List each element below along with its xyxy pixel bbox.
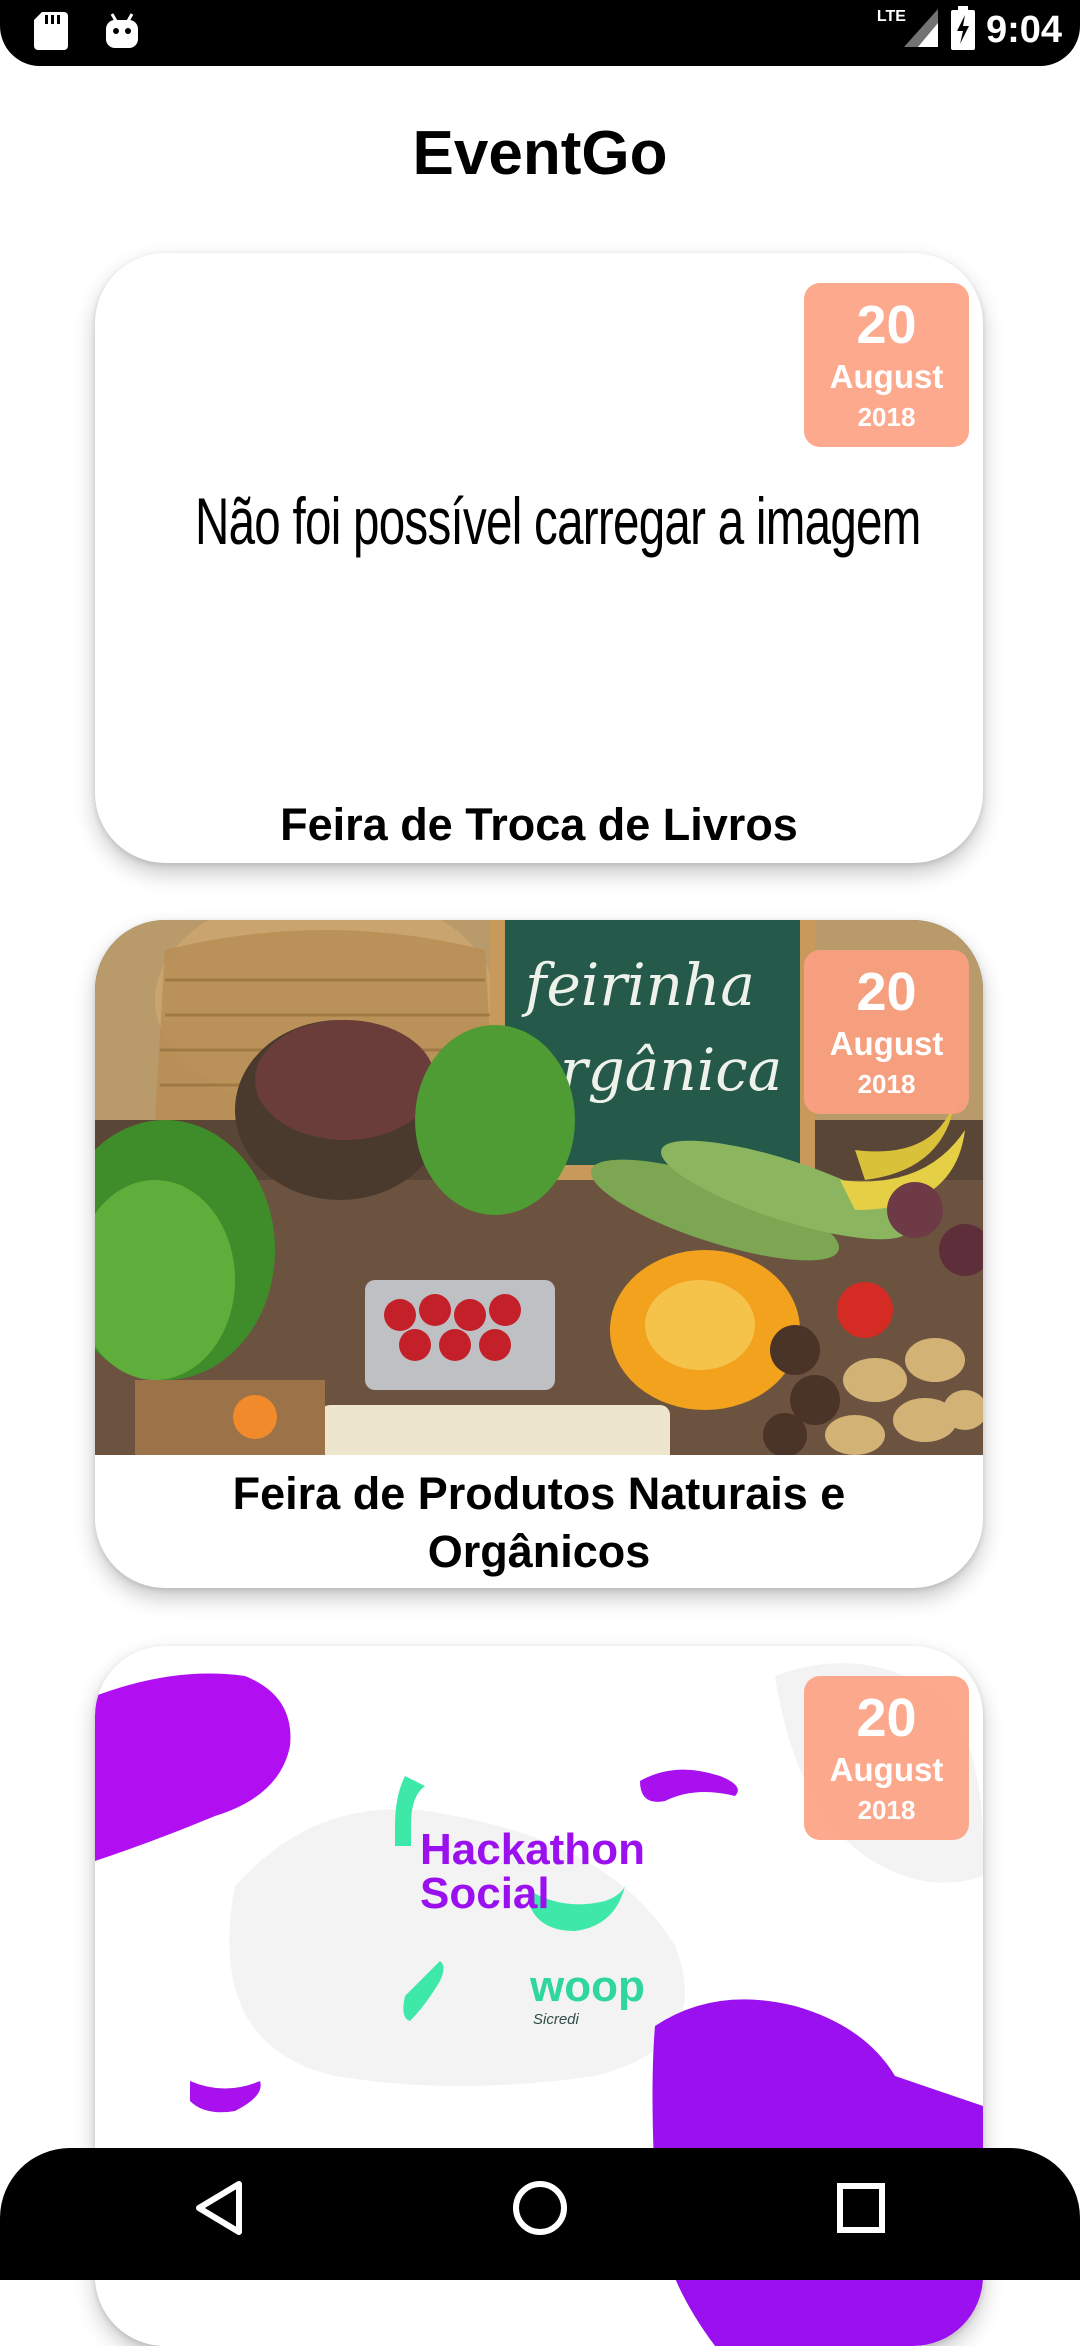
back-icon[interactable] (193, 2180, 245, 2241)
sign-text: feirinha (521, 951, 755, 1019)
battery-charging-icon (950, 6, 976, 55)
date-badge: 20 August 2018 (804, 1676, 969, 1840)
sd-card-icon (34, 12, 68, 55)
hackathon-text: Hackathon (420, 1825, 645, 1874)
sicredi-text: Sicredi (533, 2011, 580, 2028)
date-year: 2018 (857, 1795, 916, 1825)
date-day: 20 (856, 1688, 917, 1748)
home-icon[interactable] (512, 2180, 568, 2241)
date-month: August (829, 358, 944, 395)
image-error-message: Não foi possível carregar a imagem (195, 484, 921, 558)
date-day: 20 (856, 295, 917, 355)
date-badge: 20 August 2018 (804, 950, 969, 1114)
event-title-line: Orgânicos (427, 1526, 651, 1577)
event-card[interactable]: Não foi possível carregar a imagem 20 Au… (95, 253, 983, 863)
event-title: Feira de Produtos Naturais e Orgânicos (95, 1465, 983, 1581)
network-type: LTE (876, 7, 906, 25)
android-icon (104, 12, 140, 55)
event-card[interactable]: feirinha orgânica 20 August 2018 Feira d… (95, 920, 983, 1588)
social-text: Social (420, 1869, 550, 1918)
date-month: August (829, 1751, 944, 1788)
event-title-line: Feira de Produtos Naturais e (232, 1468, 846, 1519)
event-title: Feira de Troca de Livros (280, 799, 798, 850)
date-month: August (829, 1025, 944, 1062)
page-title: EventGo (412, 119, 668, 188)
date-year: 2018 (857, 1069, 916, 1099)
clock-time: 9:04 (985, 9, 1062, 51)
woop-logo: woop (529, 1962, 645, 2011)
date-day: 20 (856, 962, 917, 1022)
navigation-bar (0, 2148, 1080, 2280)
date-badge: 20 August 2018 (804, 283, 969, 447)
date-year: 2018 (857, 402, 916, 432)
recents-icon[interactable] (836, 2180, 886, 2241)
status-bar: LTE 9:04 (0, 0, 1080, 66)
signal-icon (902, 7, 940, 54)
